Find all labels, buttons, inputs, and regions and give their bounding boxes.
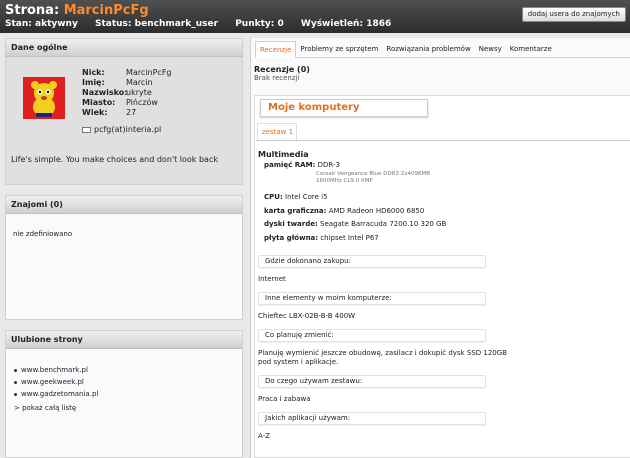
spec-motherboard: płyta główna: chipset Intel P67 (264, 234, 379, 242)
tab-problemy[interactable]: Problemy ze sprzętem (296, 41, 383, 58)
envelope-icon (82, 126, 91, 133)
email-link[interactable]: pcfg(at)interia.pl (82, 125, 161, 134)
reviews-heading: Recenzje (0) (254, 65, 310, 74)
answer-other-parts: Chieftec LBX-02B-B-B 400W (258, 312, 356, 320)
user-details: Nick: MarcinPcFg Imię: Marcin Nazwisko:ukr… (82, 68, 172, 118)
answer-usage: Praca i zabawa (258, 395, 311, 403)
question-usage: Do czego używam zestawu: (258, 375, 486, 388)
reviews-empty-text: Brak recenzji (254, 74, 300, 82)
favorite-site-link[interactable]: www.geekweek.pl (14, 376, 98, 388)
show-all-link[interactable]: > pokaż całą listę (14, 404, 76, 412)
favorite-sites-heading: Ulubione strony (6, 331, 242, 349)
tab-recenzje[interactable]: Recenzje (255, 41, 297, 58)
stan-value: aktywny (35, 19, 78, 29)
answer-apps: A-Z (258, 432, 270, 440)
general-info-heading: Dane ogólne (6, 39, 242, 57)
computer-category: Multimedia (258, 150, 309, 159)
detail-row-imie: Imię: Marcin (82, 78, 153, 87)
spec-ram-detail-2: 1600MHz CL9.0 XMP (316, 178, 373, 184)
favorite-sites-list: www.benchmark.pl www.geekweek.pl www.gad… (14, 364, 98, 400)
tab-rozwiazania[interactable]: Rozwiązania problemów (382, 41, 475, 58)
answer-planned-changes-2: pod system i aplikacje. (258, 358, 339, 366)
profile-header: Strona: MarcinPcFg Stan: aktywny Status:… (0, 0, 630, 33)
answer-planned-changes: Planuję wymienić jeszcze obudowę, zasila… (258, 349, 507, 357)
favorite-site-link[interactable]: www.gadzetomania.pl (14, 388, 98, 400)
tab-newsy[interactable]: Newsy (474, 41, 506, 58)
favorite-site-link[interactable]: www.benchmark.pl (14, 364, 98, 376)
header-username: MarcinPcFg (63, 3, 149, 18)
answer-purchase: Internet (258, 275, 286, 283)
favorite-sites-panel: Ulubione strony www.benchmark.pl www.gee… (5, 330, 243, 458)
header-meta: Stan: aktywny Status: benchmark_user Pun… (5, 19, 392, 29)
bullet-icon (14, 392, 17, 396)
spec-hdd: dyski twarde: Seagate Barracuda 7200.10 … (264, 220, 447, 228)
avatar (23, 77, 65, 119)
spec-gpu: karta graficzna: AMD Radeon HD6000 6850 (264, 207, 425, 215)
question-apps: Jakich aplikacji używam: (258, 412, 486, 425)
tab-komentarze[interactable]: Komentarze (505, 41, 556, 58)
wyswietlen-value: 1866 (366, 19, 392, 29)
tab-zestaw-1[interactable]: zestaw 1 (257, 123, 297, 140)
detail-row-nazwisko: Nazwisko:ukryte (82, 88, 152, 97)
friends-empty-text: nie zdefiniowano (13, 230, 73, 238)
user-motto: Life's simple. You make choices and don'… (11, 155, 218, 164)
friends-panel: Znajomi (0) nie zdefiniowano (5, 195, 243, 320)
friends-heading: Znajomi (0) (6, 196, 242, 214)
bullet-icon (14, 380, 17, 384)
question-other-parts: Inne elementy w moim komputerze: (258, 292, 486, 305)
spec-cpu: CPU: Intel Core i5 (264, 193, 328, 201)
my-computers-heading: Moje komputery (260, 99, 428, 117)
avatar-cartoon-image (23, 77, 65, 119)
punkty-value: 0 (277, 19, 284, 29)
main-content: Recenzje Problemy ze sprzętem Rozwiązani… (250, 38, 630, 458)
detail-row-miasto: Miasto: Pińczów (82, 98, 158, 107)
set-tabs-divider (256, 140, 630, 141)
my-computers-box: Moje komputery zestaw 1 Multimedia pamię… (254, 95, 630, 458)
bullet-icon (14, 368, 17, 372)
status-value: benchmark_user (134, 19, 219, 29)
spec-ram: pamięć RAM: DDR-3 (264, 161, 340, 169)
page-title: Strona: MarcinPcFg (5, 3, 149, 18)
detail-row-nick: Nick: MarcinPcFg (82, 68, 172, 77)
question-purchase: Gdzie dokonano zakupu: (258, 255, 486, 268)
spec-ram-detail: Corsair Vengeance Blue DDR3 2x4096MB (316, 171, 431, 177)
detail-row-wiek: Wiek: 27 (82, 108, 137, 117)
question-planned-changes: Co planuję zmienić: (258, 329, 486, 342)
add-friend-button[interactable]: dodaj usera do znajomych (521, 7, 626, 22)
general-info-panel: Dane ogólne Nick: MarcinPcFg Imię: Marcin … (5, 38, 243, 185)
content-tabs: Recenzje Problemy ze sprzętem Rozwiązani… (255, 41, 556, 58)
